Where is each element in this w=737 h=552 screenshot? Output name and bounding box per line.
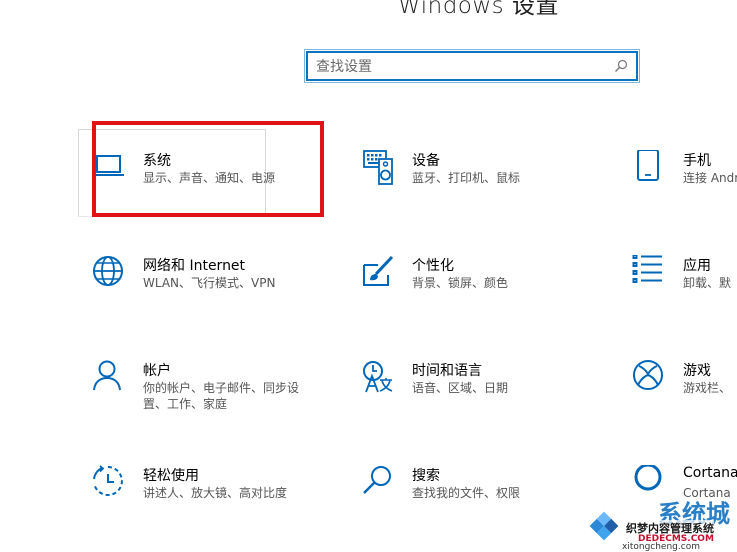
search-input[interactable] [316,57,606,77]
watermark: 系统城 织梦内容管理系统 DEDECMS.COM xitongcheng.com [578,496,737,552]
tile-title: 网络和 Internet [143,258,246,274]
tile-time-language[interactable]: 时间和语言 语音、区域、日期 [362,360,532,400]
search-icon[interactable] [614,59,628,73]
tile-subtitle: 连接 Andr [683,171,737,185]
tile-subtitle: 背景、锁屏、颜色 [412,276,509,290]
tile-subtitle: 卸载、默 [683,276,732,290]
tile-title: 应用 [683,258,711,274]
xbox-icon [633,360,663,390]
tile-title: Cortana [683,465,737,481]
tile-search[interactable]: 搜索 查找我的文件、权限 [362,465,532,505]
magnifier-icon [363,466,391,494]
tile-devices[interactable]: 设备 蓝牙、打印机、鼠标 [362,150,532,190]
tile-title: 帐户 [143,363,171,379]
person-icon [93,360,121,391]
phone-icon [637,150,659,181]
red-highlight-box [92,121,324,217]
tile-gaming[interactable]: 游戏 游戏栏、 [632,360,737,400]
windows-logo-icon [587,509,621,543]
tile-title: 时间和语言 [412,363,482,379]
tile-title: 手机 [683,153,711,169]
watermark-url-2: xitongcheng.com [622,542,700,552]
globe-icon [93,256,123,286]
tile-subtitle: 你的帐户、电子邮件、同步设置、工作、家庭 [143,381,300,411]
tile-accounts[interactable]: 帐户 你的帐户、电子邮件、同步设置、工作、家庭 [92,360,312,416]
tile-subtitle: WLAN、飞行模式、VPN [143,276,276,290]
search-box[interactable] [304,49,640,83]
tile-title: 个性化 [412,258,454,274]
tile-title: 轻松使用 [143,468,199,484]
tile-subtitle: 游戏栏、 [683,381,732,395]
tile-title: 设备 [412,153,440,169]
tile-subtitle: 讲述人、放大镜、高对比度 [143,486,288,500]
tile-personalization[interactable]: 个性化 背景、锁屏、颜色 [362,255,532,295]
tile-ease-of-access[interactable]: 轻松使用 讲述人、放大镜、高对比度 [92,465,292,505]
keyboard-speaker-icon [363,150,393,185]
tile-subtitle: 语音、区域、日期 [412,381,509,395]
tile-phone[interactable]: 手机 连接 Andr [632,150,737,190]
tile-subtitle: 查找我的文件、权限 [412,486,521,500]
tile-subtitle: 蓝牙、打印机、鼠标 [412,171,521,185]
apps-list-icon [632,255,662,283]
tile-title: 游戏 [683,363,711,379]
tile-network[interactable]: 网络和 Internet WLAN、飞行模式、VPN [92,255,292,295]
ease-of-access-icon [93,465,123,496]
tile-apps[interactable]: 应用 卸载、默 [632,255,737,295]
time-language-icon [363,361,393,393]
tile-title: 搜索 [412,468,440,484]
paintbrush-icon [363,255,394,286]
page-title: Windows 设置 [398,0,559,19]
